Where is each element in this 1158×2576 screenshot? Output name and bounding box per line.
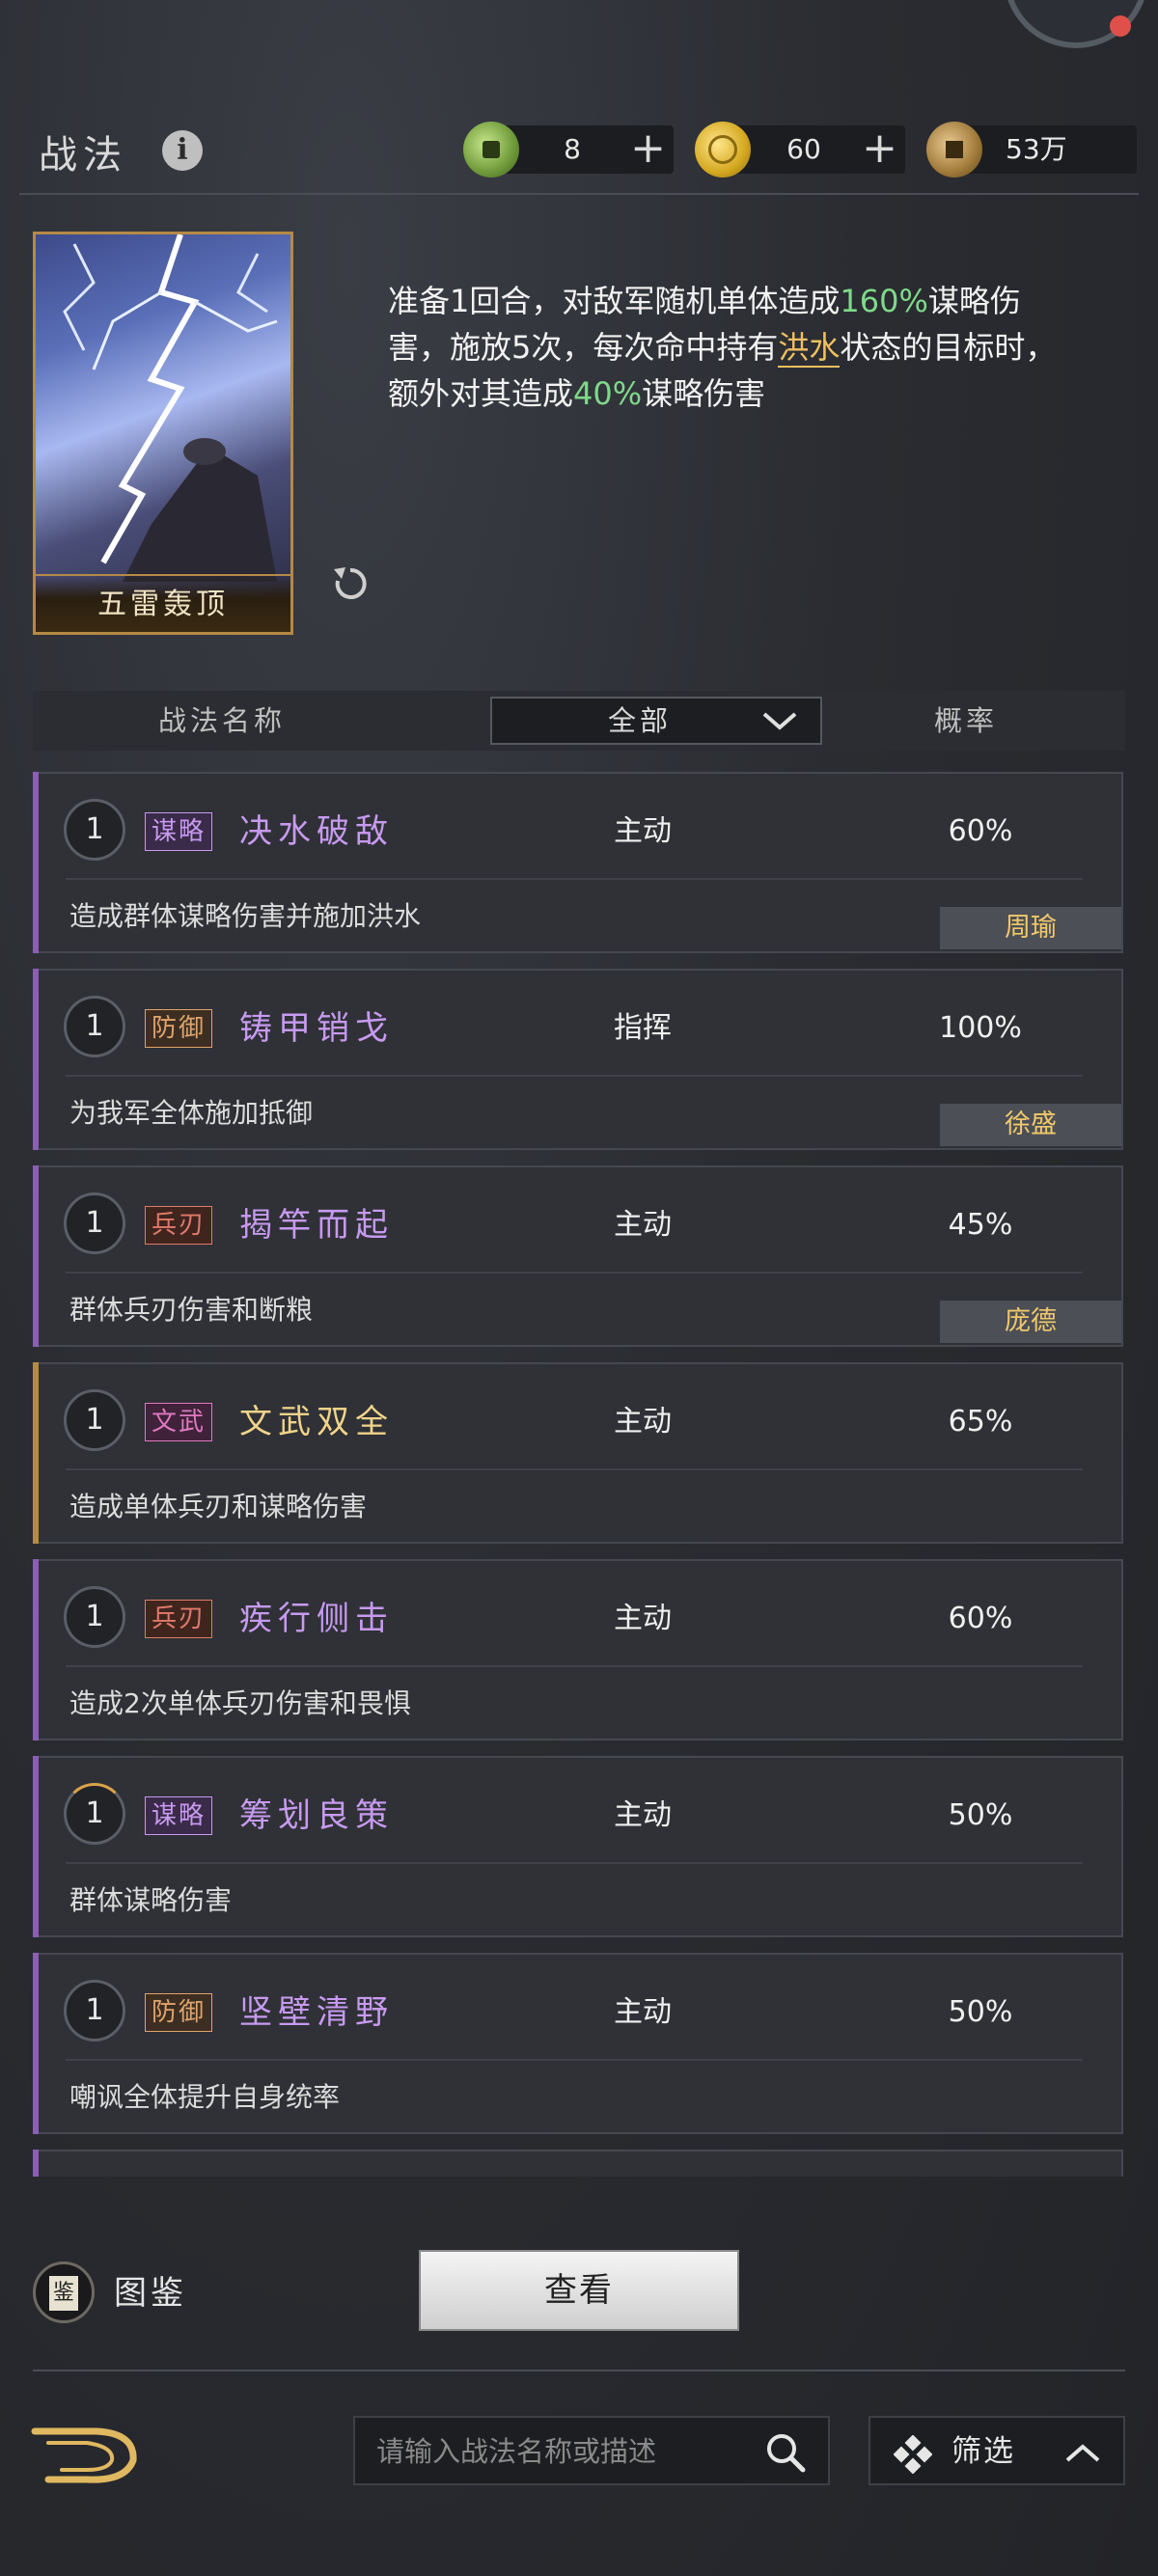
codex-icon[interactable]: 鉴: [33, 2261, 95, 2323]
copper-coin-icon: [926, 122, 982, 178]
skill-row[interactable]: [33, 2150, 1123, 2177]
add-jade-button[interactable]: +: [630, 125, 666, 172]
skill-type: 主动: [614, 814, 672, 848]
hero-badge: 庞德: [940, 1301, 1121, 1343]
copper-value: 53万: [1006, 133, 1067, 165]
skill-level: 1: [64, 799, 125, 861]
skill-desc: 嘲讽全体提升自身统率: [69, 2081, 341, 2113]
view-button[interactable]: 查看: [419, 2250, 739, 2331]
skill-probability: 50%: [948, 1798, 1013, 1832]
hero-badge: 周瑜: [940, 907, 1121, 949]
skill-desc: 群体谋略伤害: [69, 1884, 233, 1916]
skill-card-name: 五雷轰顶: [36, 574, 290, 632]
skill-probability: 50%: [948, 1995, 1013, 2029]
skill-row[interactable]: 1 防御 坚壁清野 主动 50% 嘲讽全体提升自身统率: [33, 1953, 1123, 2134]
skill-tag: 谋略: [145, 1796, 213, 1835]
desc-flood-status[interactable]: 洪水: [778, 329, 841, 368]
skill-name: 决水破敌: [239, 812, 394, 851]
skill-row[interactable]: 1 防御 铸甲销戈 指挥 100% 为我军全体施加抵御 徐盛: [33, 969, 1123, 1150]
skill-name: 揭竿而起: [239, 1206, 394, 1245]
filter-value: 全部: [608, 704, 673, 737]
skill-row[interactable]: 1 兵刃 揭竿而起 主动 45% 群体兵刃伤害和断粮 庞德: [33, 1165, 1123, 1347]
info-icon[interactable]: i: [162, 130, 203, 171]
skill-type: 主动: [614, 1405, 672, 1439]
skill-desc: 为我军全体施加抵御: [69, 1097, 314, 1129]
skill-level: 1: [64, 1783, 125, 1845]
skill-list[interactable]: 1 谋略 决水破敌 主动 60% 造成群体谋略伤害并施加洪水 周瑜 1 防御 铸…: [33, 772, 1123, 2177]
skill-tag: 防御: [145, 1993, 213, 2032]
skill-tag: 兵刃: [145, 1600, 213, 1638]
skill-name: 筹划良策: [239, 1796, 394, 1835]
skill-type: 主动: [614, 1995, 672, 2029]
skill-type: 主动: [614, 1798, 672, 1832]
skill-probability: 60%: [948, 814, 1013, 848]
skill-name: 铸甲销戈: [239, 1009, 394, 1048]
resource-gold: 60 +: [695, 122, 905, 178]
panel-divider: [19, 193, 1139, 212]
skill-type: 主动: [614, 1208, 672, 1242]
skill-level: 1: [64, 1389, 125, 1451]
add-gold-button[interactable]: +: [862, 125, 897, 172]
skill-level: 1: [64, 996, 125, 1057]
search-placeholder: 请输入战法名称或描述: [376, 2435, 657, 2468]
desc-text-4: 谋略伤害: [642, 375, 766, 412]
skill-card[interactable]: 五雷轰顶: [33, 232, 293, 635]
desc-extra-value: 40%: [573, 375, 643, 412]
col-probability: 概率: [934, 704, 999, 737]
filter-label: 筛选: [951, 2434, 1015, 2469]
skill-tag: 兵刃: [145, 1206, 213, 1245]
hero-badge: 徐盛: [940, 1104, 1121, 1146]
resource-copper: 53万: [926, 122, 1137, 178]
filter-diamond-icon: [894, 2435, 932, 2474]
skill-row[interactable]: 1 兵刃 疾行侧击 主动 60% 造成2次单体兵刃伤害和畏惧: [33, 1559, 1123, 1740]
chevron-down-icon: [762, 712, 797, 730]
table-header: 战法名称 全部 概率: [33, 691, 1125, 751]
skill-type: 主动: [614, 1602, 672, 1635]
skill-name: 文武双全: [239, 1403, 394, 1441]
skill-probability: 100%: [939, 1011, 1022, 1045]
desc-damage-value: 160%: [840, 283, 928, 319]
skill-level: 1: [64, 1586, 125, 1648]
type-filter-dropdown[interactable]: 全部: [490, 697, 822, 745]
skill-desc: 造成单体兵刃和谋略伤害: [69, 1491, 368, 1522]
skill-tag: 谋略: [145, 812, 213, 851]
skill-row[interactable]: 1 文武 文武双全 主动 65% 造成单体兵刃和谋略伤害: [33, 1362, 1123, 1544]
skill-type: 指挥: [614, 1011, 672, 1045]
skill-desc: 造成2次单体兵刃伤害和畏惧: [69, 1687, 411, 1719]
jade-value: 8: [564, 133, 581, 165]
jade-coin-icon: [463, 122, 519, 178]
skill-tag: 防御: [145, 1009, 213, 1048]
skill-description: 准备1回合，对敌军随机单体造成160%谋略伤害，施放5次，每次命中持有洪水状态的…: [388, 278, 1063, 417]
refresh-icon[interactable]: [326, 560, 374, 608]
filter-button[interactable]: 筛选: [868, 2416, 1125, 2485]
skill-name: 疾行侧击: [239, 1600, 394, 1638]
back-arrow-icon[interactable]: [29, 2422, 145, 2489]
skill-desc: 造成群体谋略伤害并施加洪水: [69, 900, 422, 932]
col-skill-name: 战法名称: [158, 704, 287, 737]
notification-dot: [1110, 15, 1131, 37]
search-field[interactable]: 请输入战法名称或描述: [353, 2416, 830, 2485]
chevron-up-icon: [1065, 2444, 1100, 2462]
lightning-art-icon: [63, 234, 278, 582]
desc-text-1: 准备1回合，对敌军随机单体造成: [388, 283, 841, 319]
search-icon[interactable]: [764, 2431, 807, 2474]
skill-level: 1: [64, 1980, 125, 2042]
skill-probability: 60%: [948, 1602, 1013, 1635]
skill-tag: 文武: [145, 1403, 213, 1441]
page-title: 战法: [39, 133, 127, 178]
skill-row[interactable]: 1 谋略 决水破敌 主动 60% 造成群体谋略伤害并施加洪水 周瑜: [33, 772, 1123, 953]
skill-probability: 45%: [948, 1208, 1013, 1242]
gold-coin-icon: [695, 122, 751, 178]
skill-row[interactable]: 1 谋略 筹划良策 主动 50% 群体谋略伤害: [33, 1756, 1123, 1937]
skill-name: 坚壁清野: [239, 1993, 394, 2032]
bottom-divider: [33, 2370, 1125, 2371]
resource-jade: 8 +: [463, 122, 674, 178]
codex-label[interactable]: 图鉴: [114, 2265, 187, 2321]
skill-desc: 群体兵刃伤害和断粮: [69, 1294, 314, 1326]
skill-level: 1: [64, 1192, 125, 1254]
gold-value: 60: [786, 133, 821, 165]
skill-probability: 65%: [948, 1405, 1013, 1439]
